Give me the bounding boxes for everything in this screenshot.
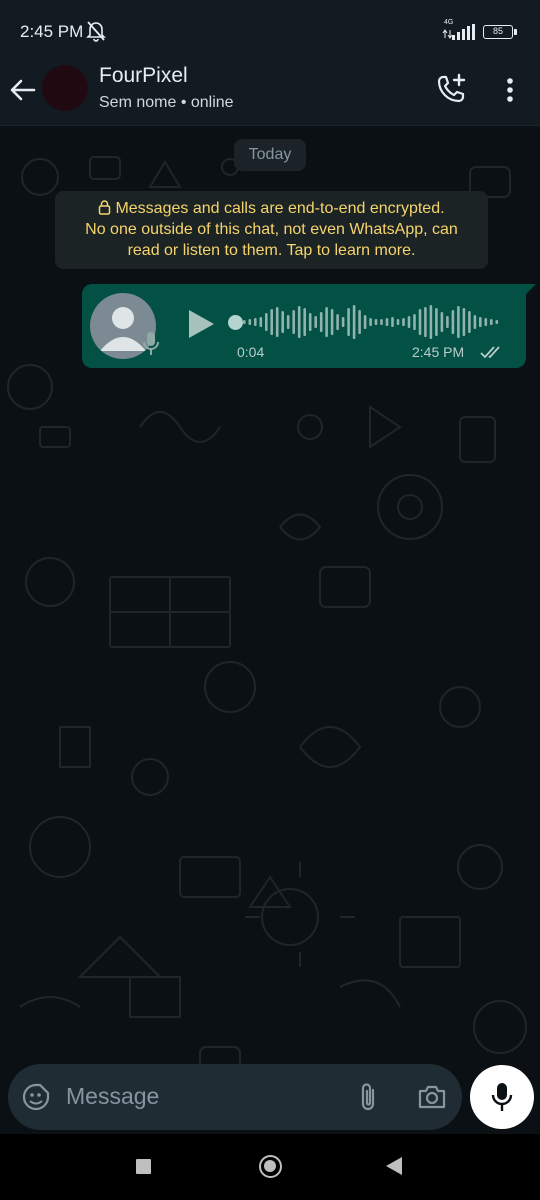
chat-area[interactable]: Today Messages and calls are end-to-end … (0, 127, 540, 1134)
waveform-bar (314, 316, 317, 328)
waveform-bar (484, 318, 488, 326)
waveform-bar (297, 306, 301, 338)
waveform-bar (380, 319, 383, 325)
play-icon[interactable] (186, 308, 216, 340)
waveform-bar (281, 311, 284, 333)
waveform-bar (275, 307, 279, 337)
waveform-bar (451, 310, 455, 334)
waveform-bar (352, 305, 356, 339)
waveform-bar (270, 309, 273, 335)
waveform-bar (407, 316, 411, 328)
waveform-bar (259, 317, 263, 327)
signal-icon (442, 24, 475, 40)
message-time: 2:45 PM (412, 344, 465, 360)
waveform-bar (374, 319, 378, 325)
waveform-bar (429, 305, 433, 339)
waveform-bar (286, 315, 290, 329)
waveform-bar (325, 307, 328, 337)
status-bar: 2:45 PM 4G 85 (0, 0, 540, 58)
waveform-bar (424, 307, 427, 337)
waveform-bar (347, 308, 350, 336)
doodle-wallpaper (7, 156, 527, 1128)
waveform-bar (391, 317, 394, 327)
waveform-bar (462, 308, 466, 336)
lock-icon (99, 200, 111, 215)
add-call-icon[interactable] (436, 73, 468, 105)
message-input[interactable]: Message (66, 1083, 159, 1110)
camera-icon[interactable] (417, 1083, 447, 1111)
waveform-bar (468, 311, 471, 333)
waveform-bar (440, 312, 444, 332)
system-nav-bar (0, 1134, 540, 1200)
waveform-bar (418, 309, 422, 335)
bell-off-icon (86, 21, 106, 42)
waveform-bar (490, 319, 493, 325)
home-button[interactable] (259, 1155, 282, 1178)
more-vertical-icon[interactable] (498, 74, 522, 106)
waveform-bar (402, 318, 405, 326)
waveform-bar (369, 318, 372, 326)
recents-button[interactable] (136, 1159, 151, 1174)
waveform-bar (479, 317, 482, 327)
waveform-bar (265, 313, 268, 331)
waveform-bar (385, 318, 389, 326)
status-time: 2:45 PM (20, 22, 84, 41)
waveform-bar (254, 318, 257, 326)
encryption-line-2: No one outside of this chat, not even Wh… (85, 221, 458, 238)
contact-status[interactable]: Sem nome • online (99, 94, 234, 112)
encryption-line-3: read or listen to them. Tap to learn mor… (127, 242, 416, 259)
waveform-bar (308, 313, 312, 331)
chat-header: FourPixel Sem nome • online (0, 58, 540, 126)
message-composer[interactable]: Message (8, 1064, 462, 1130)
waveform-bar (341, 317, 345, 327)
waveform-bar (330, 309, 334, 335)
waveform-bar (303, 308, 306, 336)
contact-avatar[interactable] (42, 65, 88, 111)
contact-name[interactable]: FourPixel (99, 64, 188, 88)
waveform-bar (243, 320, 246, 324)
waveform-bar (396, 319, 400, 325)
waveform-bar (292, 310, 295, 334)
waveform-bar (319, 312, 323, 332)
voice-record-button[interactable] (470, 1065, 534, 1129)
waveform-bar (336, 314, 339, 330)
voice-message-bubble[interactable]: 0:04 2:45 PM (82, 284, 536, 368)
attach-icon[interactable] (356, 1081, 380, 1113)
nav-back-button[interactable] (386, 1157, 402, 1175)
mic-badge-icon (143, 332, 159, 355)
double-check-icon (480, 346, 500, 359)
voice-duration: 0:04 (237, 344, 265, 360)
waveform-bar (363, 315, 367, 329)
waveform-bar (473, 315, 477, 329)
waveform-bar (413, 314, 416, 330)
mic-icon (491, 1083, 513, 1111)
battery-icon: 85 (483, 25, 517, 39)
back-arrow-icon[interactable] (9, 76, 37, 104)
playback-progress-handle[interactable] (228, 315, 243, 330)
encryption-line-1: Messages and calls are end-to-end encryp… (115, 200, 445, 217)
waveform-bar (446, 316, 449, 328)
encryption-notice[interactable]: Messages and calls are end-to-end encryp… (55, 191, 488, 269)
date-chip: Today (234, 139, 306, 171)
bubble-tail (524, 284, 536, 296)
waveform[interactable] (242, 298, 500, 346)
sticker-icon[interactable] (22, 1083, 50, 1111)
waveform-bar (435, 308, 438, 336)
waveform-bar (358, 310, 361, 334)
waveform-bar (248, 319, 252, 325)
waveform-bar (457, 306, 460, 338)
waveform-bar (495, 320, 499, 324)
